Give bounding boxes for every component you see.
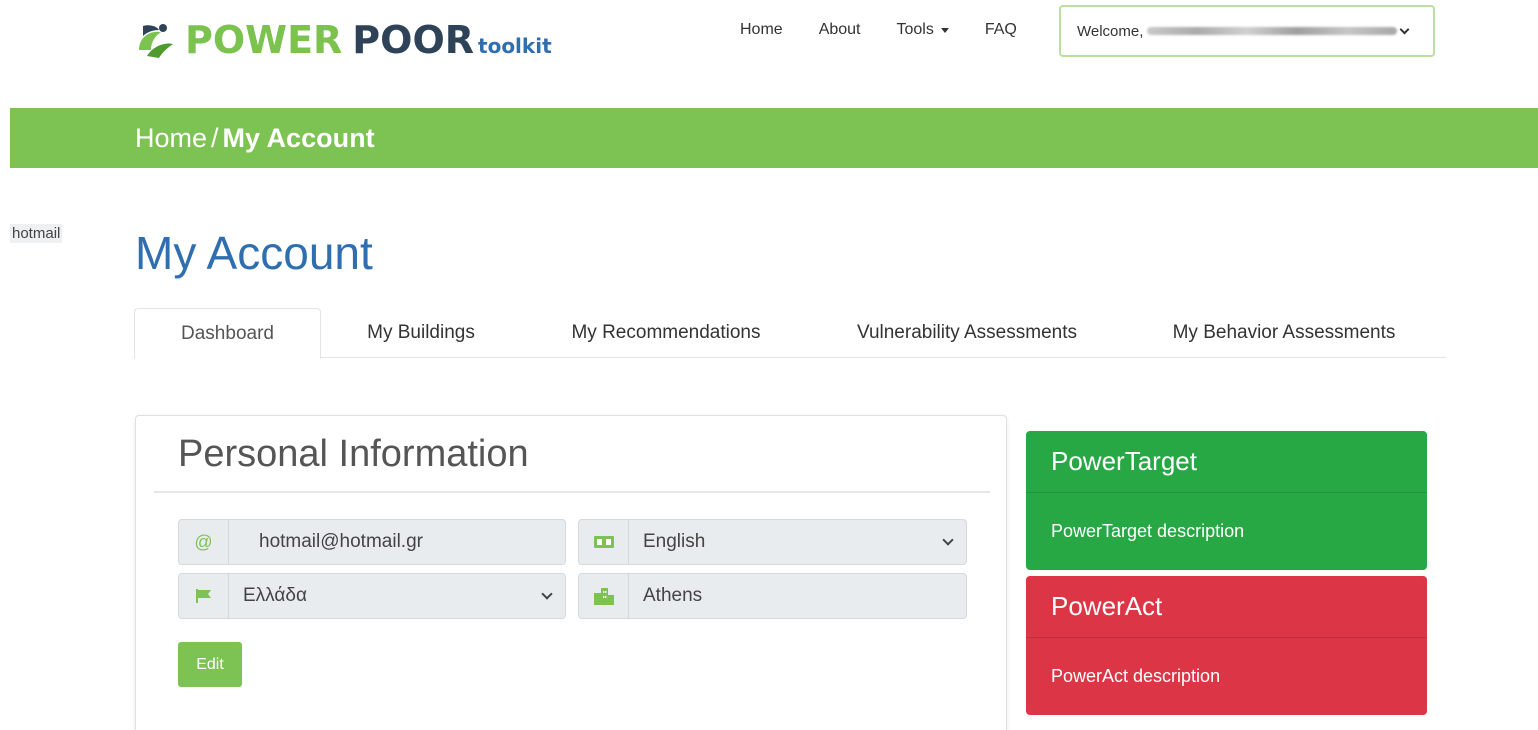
- nav-about[interactable]: About: [819, 21, 861, 39]
- language-select[interactable]: English: [578, 519, 967, 565]
- at-icon: @: [179, 520, 229, 564]
- account-tabs: Dashboard My Buildings My Recommendation…: [134, 308, 1446, 359]
- flag-icon: [179, 574, 229, 618]
- country-value: Ελλάδα: [243, 585, 307, 606]
- logo-mark-icon: [139, 24, 173, 58]
- poweract-panel[interactable]: PowerAct PowerAct description: [1026, 576, 1427, 715]
- language-icon: [579, 520, 629, 564]
- chevron-down-icon: [1399, 24, 1410, 34]
- poweract-description: PowerAct description: [1051, 665, 1221, 686]
- welcome-label: Welcome,: [1077, 22, 1144, 40]
- personal-info-card: Personal Information @ hotmail@hotmail.g…: [135, 415, 1007, 730]
- chevron-down-icon: [541, 588, 553, 600]
- tab-my-behavior-assessments[interactable]: My Behavior Assessments: [1123, 308, 1445, 358]
- top-nav: Home About Tools FAQ: [740, 18, 1053, 42]
- breadcrumb-current: My Account: [222, 122, 375, 153]
- tab-my-buildings[interactable]: My Buildings: [321, 308, 521, 358]
- breadcrumb-separator: /: [211, 122, 219, 153]
- tab-vulnerability-assessments[interactable]: Vulnerability Assessments: [811, 308, 1123, 358]
- caret-down-icon: [940, 27, 949, 33]
- email-field[interactable]: @ hotmail@hotmail.gr: [178, 519, 566, 565]
- edit-button[interactable]: Edit: [178, 642, 242, 687]
- divider: [154, 491, 990, 493]
- powertarget-panel[interactable]: PowerTarget PowerTarget description: [1026, 431, 1427, 570]
- user-menu-button[interactable]: Welcome,: [1059, 5, 1435, 57]
- side-label: hotmail: [10, 224, 63, 243]
- city-icon: [579, 574, 629, 618]
- redacted-email: [1147, 27, 1398, 35]
- nav-faq[interactable]: FAQ: [985, 21, 1017, 39]
- chevron-down-icon: [942, 534, 954, 546]
- poweract-title: PowerAct: [1026, 576, 1427, 638]
- nav-home[interactable]: Home: [740, 21, 783, 39]
- country-select[interactable]: Ελλάδα: [178, 573, 566, 619]
- logo-power-text: POWER: [185, 18, 343, 62]
- logo[interactable]: POWER POOR toolkit: [133, 12, 552, 60]
- logo-toolkit-text: toolkit: [478, 34, 552, 58]
- tab-dashboard[interactable]: Dashboard: [134, 308, 321, 359]
- powertarget-description: PowerTarget description: [1051, 520, 1245, 541]
- nav-tools-dropdown[interactable]: Tools: [897, 21, 949, 39]
- email-value: hotmail@hotmail.gr: [259, 531, 423, 552]
- nav-tools-label: Tools: [896, 21, 934, 38]
- personal-info-title: Personal Information: [178, 433, 529, 475]
- page-title: My Account: [135, 227, 373, 279]
- powertarget-title: PowerTarget: [1026, 431, 1427, 493]
- breadcrumb-home-link[interactable]: Home: [135, 123, 207, 154]
- city-field[interactable]: Athens: [578, 573, 967, 619]
- logo-poor-text: POOR: [352, 18, 475, 62]
- language-value: English: [643, 531, 706, 552]
- breadcrumb: Home / My Account: [10, 108, 1538, 168]
- tab-my-recommendations[interactable]: My Recommendations: [521, 308, 811, 358]
- city-value: Athens: [643, 585, 703, 606]
